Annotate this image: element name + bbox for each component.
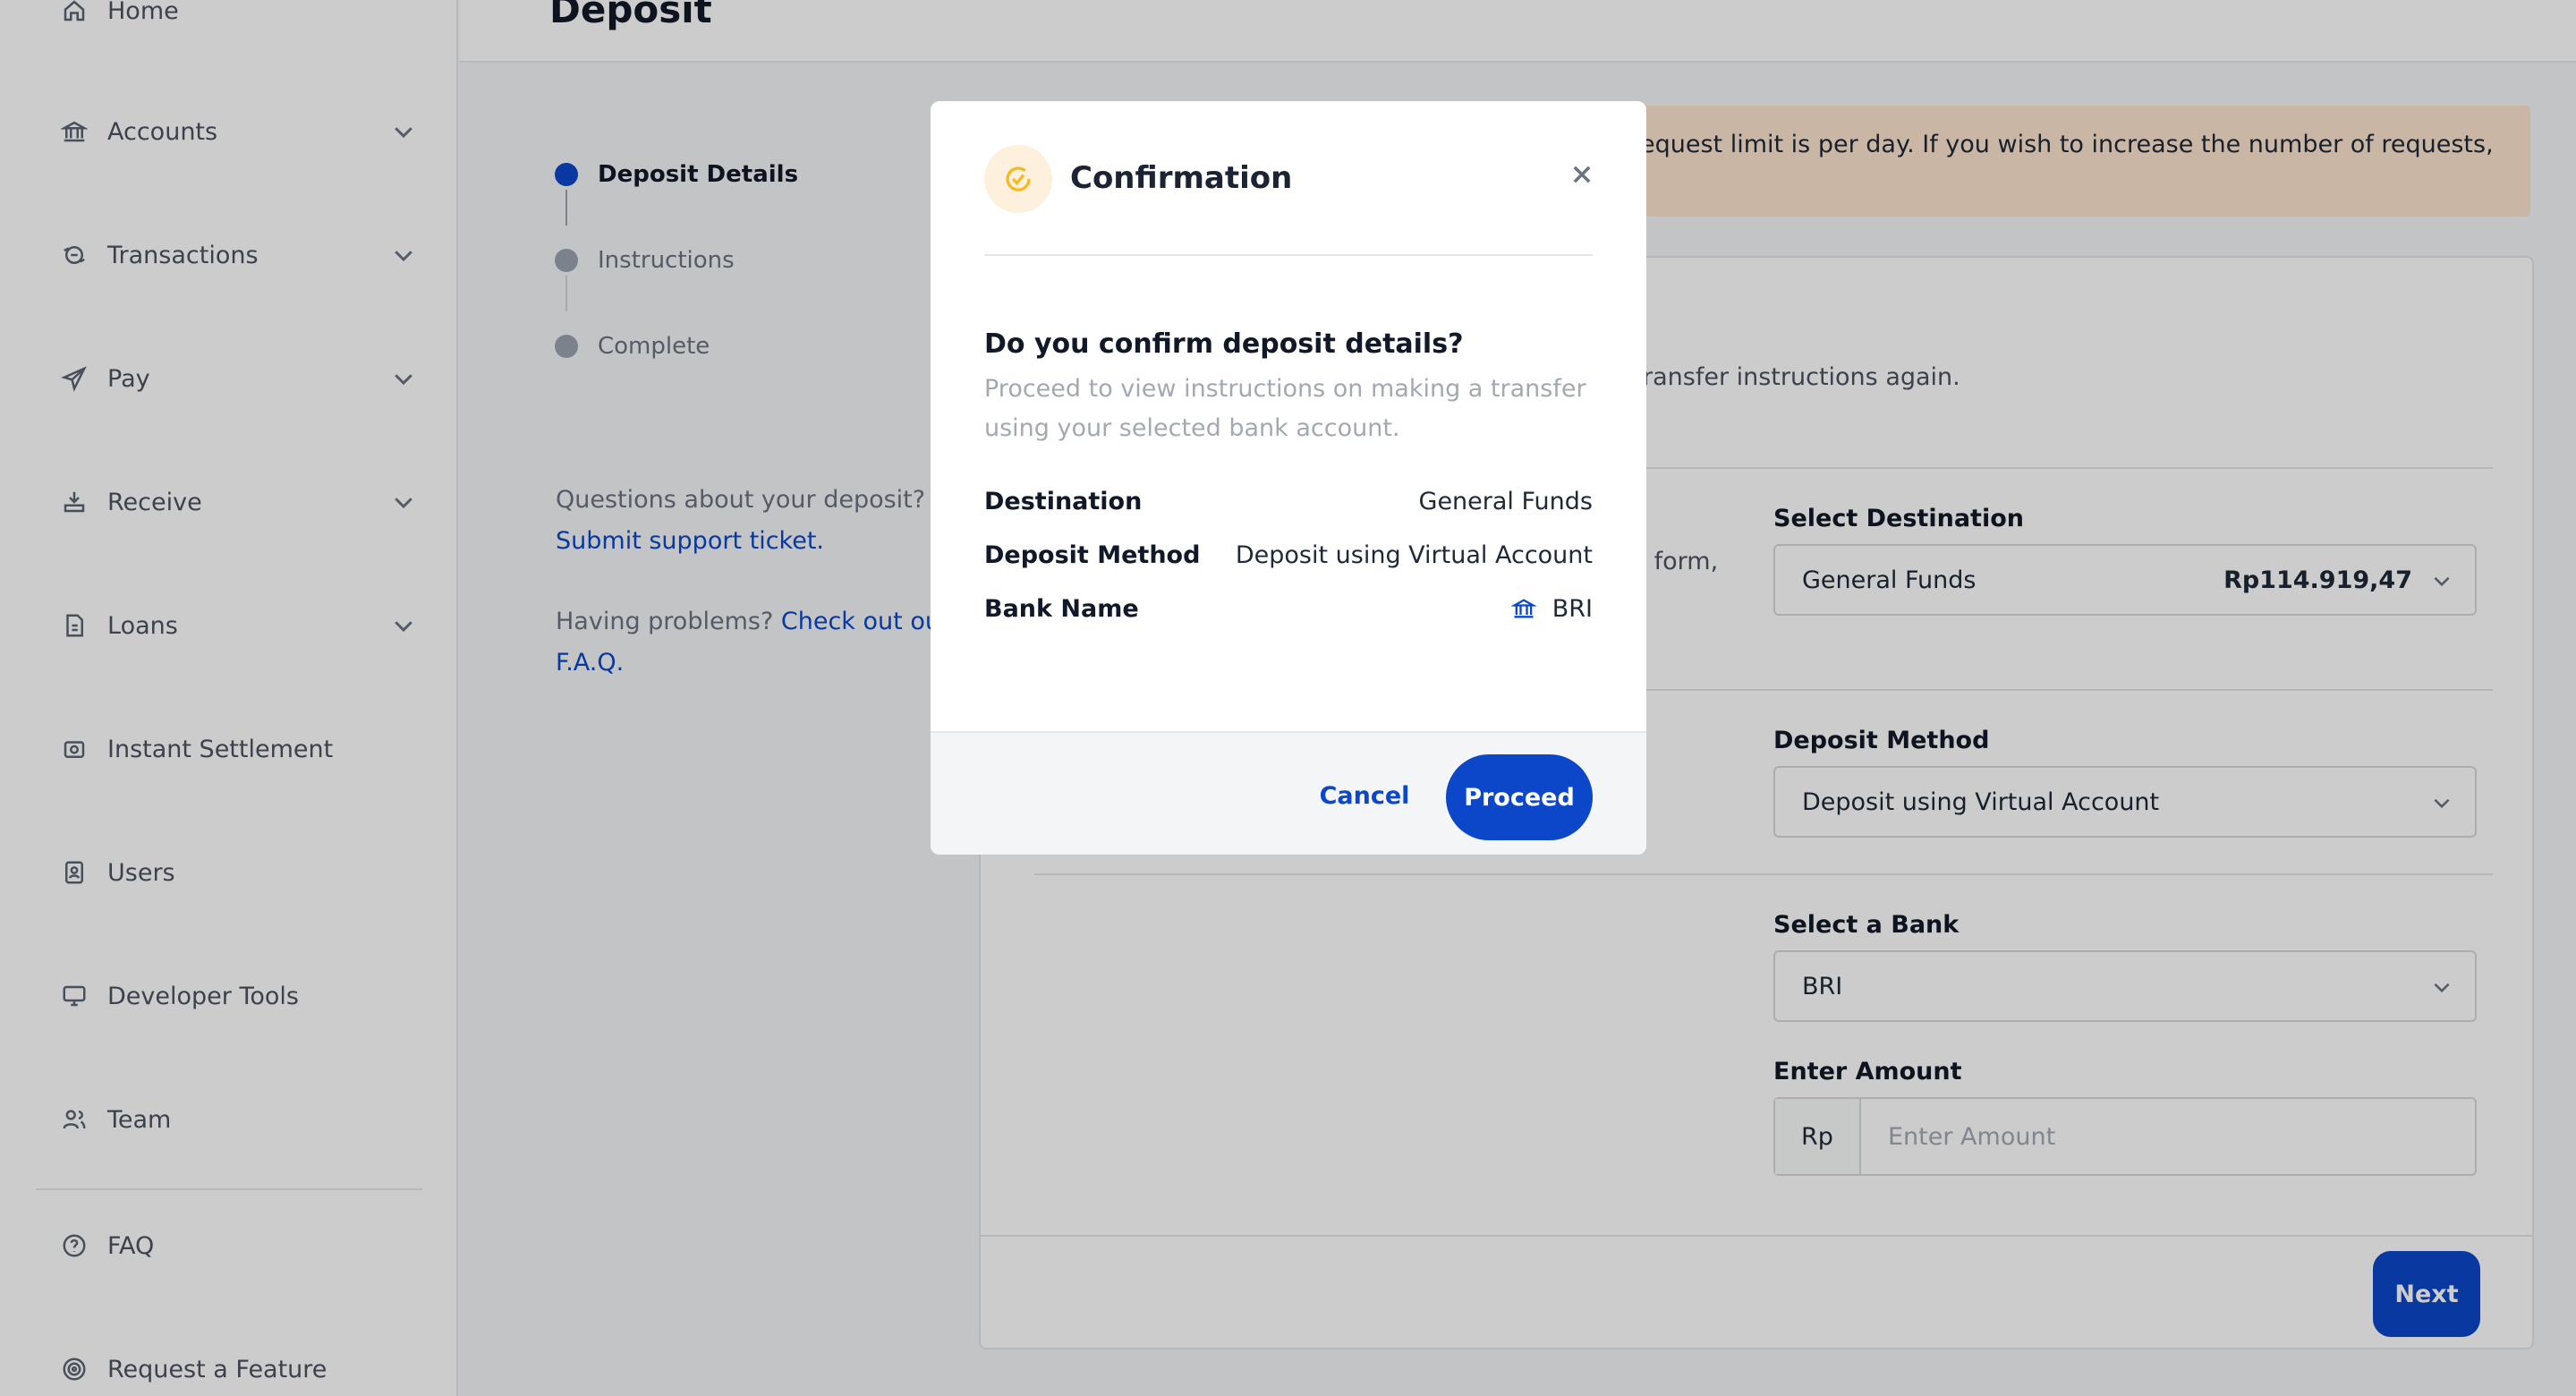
detail-value: Deposit using Virtual Account xyxy=(1235,541,1593,569)
modal-title: Confirmation xyxy=(1070,160,1293,196)
confirmation-modal: Confirmation Do you confirm deposit deta… xyxy=(931,101,1646,855)
proceed-button[interactable]: Proceed xyxy=(1446,754,1593,840)
detail-key: Bank Name xyxy=(984,594,1139,623)
detail-key: Deposit Method xyxy=(984,541,1201,569)
detail-row-destination: Destination General Funds xyxy=(984,483,1593,519)
detail-row-method: Deposit Method Deposit using Virtual Acc… xyxy=(984,537,1593,573)
detail-key: Destination xyxy=(984,487,1143,515)
divider xyxy=(984,254,1593,256)
confirm-check-icon xyxy=(984,145,1052,213)
bank-icon xyxy=(1510,599,1536,618)
detail-row-bank: Bank Name BRI xyxy=(984,591,1593,626)
detail-value-bank: BRI xyxy=(1510,594,1593,623)
modal-description: Proceed to view instructions on making a… xyxy=(984,375,1586,442)
close-icon[interactable] xyxy=(1564,157,1600,192)
bank-name-text: BRI xyxy=(1552,594,1593,623)
detail-value: General Funds xyxy=(1418,487,1593,515)
modal-footer: Cancel Proceed xyxy=(931,731,1646,855)
modal-question: Do you confirm deposit details? xyxy=(984,328,1464,360)
cancel-button[interactable]: Cancel xyxy=(1297,754,1432,837)
